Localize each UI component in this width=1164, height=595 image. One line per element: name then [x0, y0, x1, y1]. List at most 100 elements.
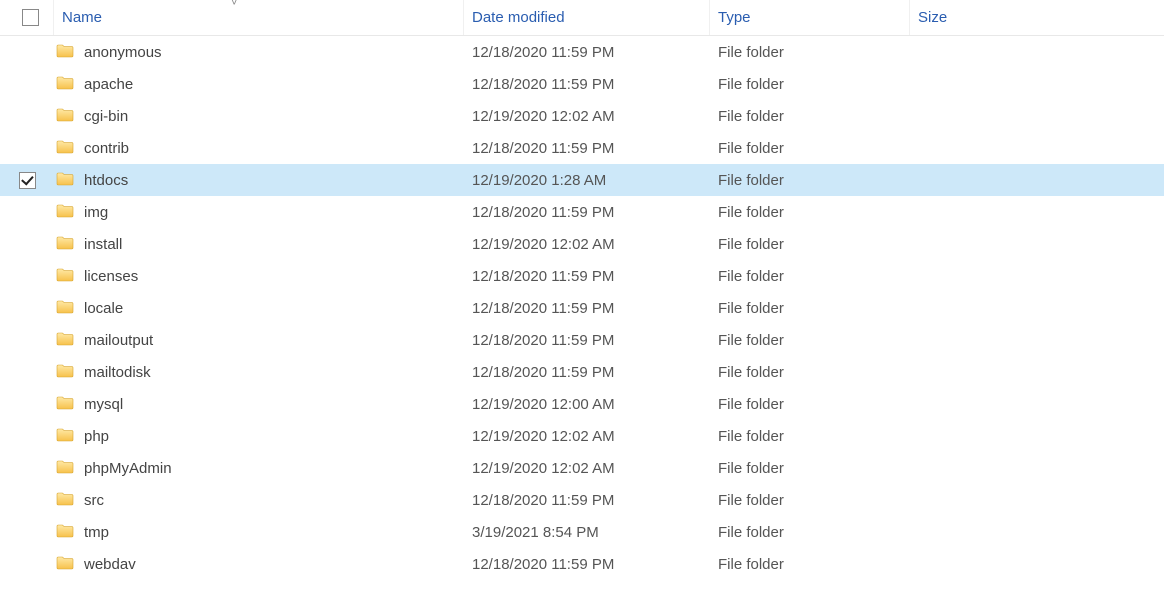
row-name-cell[interactable]: mailtodisk: [54, 356, 464, 388]
row-name-inner: src: [54, 491, 104, 510]
row-date-cell: 12/18/2020 11:59 PM: [464, 68, 710, 100]
row-checkbox-cell[interactable]: [0, 484, 54, 516]
row-size-cell: [910, 516, 1040, 548]
file-row[interactable]: locale12/18/2020 11:59 PMFile folder: [0, 292, 1164, 324]
row-name-cell[interactable]: contrib: [54, 132, 464, 164]
file-row[interactable]: tmp3/19/2021 8:54 PMFile folder: [0, 516, 1164, 548]
row-name-label: mysql: [84, 396, 123, 413]
row-checkbox-cell[interactable]: [0, 452, 54, 484]
row-name-label: htdocs: [84, 172, 128, 189]
file-row[interactable]: mailoutput12/18/2020 11:59 PMFile folder: [0, 324, 1164, 356]
row-name-cell[interactable]: src: [54, 484, 464, 516]
row-name-cell[interactable]: webdav: [54, 548, 464, 580]
row-name-cell[interactable]: htdocs: [54, 164, 464, 196]
row-checkbox-cell[interactable]: [0, 516, 54, 548]
row-checkbox-cell[interactable]: [0, 228, 54, 260]
file-row[interactable]: install12/19/2020 12:02 AMFile folder: [0, 228, 1164, 260]
column-header-size-label: Size: [918, 9, 947, 26]
column-header-size[interactable]: Size: [910, 0, 1040, 35]
column-header-type[interactable]: Type: [710, 0, 910, 35]
row-name-cell[interactable]: apache: [54, 68, 464, 100]
row-checkbox-cell[interactable]: [0, 292, 54, 324]
row-name-cell[interactable]: phpMyAdmin: [54, 452, 464, 484]
file-row[interactable]: mailtodisk12/18/2020 11:59 PMFile folder: [0, 356, 1164, 388]
row-date-cell: 12/18/2020 11:59 PM: [464, 260, 710, 292]
row-name-inner: webdav: [54, 555, 136, 574]
file-row[interactable]: src12/18/2020 11:59 PMFile folder: [0, 484, 1164, 516]
file-row[interactable]: phpMyAdmin12/19/2020 12:02 AMFile folder: [0, 452, 1164, 484]
row-size-cell: [910, 164, 1040, 196]
file-row[interactable]: img12/18/2020 11:59 PMFile folder: [0, 196, 1164, 228]
row-checkbox-cell[interactable]: [0, 324, 54, 356]
column-header-name[interactable]: Name: [54, 0, 464, 35]
row-type-cell: File folder: [710, 36, 910, 68]
row-date-cell: 3/19/2021 8:54 PM: [464, 516, 710, 548]
row-checkbox[interactable]: [19, 172, 36, 189]
file-row[interactable]: licenses12/18/2020 11:59 PMFile folder: [0, 260, 1164, 292]
row-name-inner: img: [54, 203, 108, 222]
row-checkbox-cell[interactable]: [0, 260, 54, 292]
row-size-cell: [910, 484, 1040, 516]
row-name-cell[interactable]: locale: [54, 292, 464, 324]
row-type-cell: File folder: [710, 388, 910, 420]
file-row[interactable]: contrib12/18/2020 11:59 PMFile folder: [0, 132, 1164, 164]
row-name-label: apache: [84, 76, 133, 93]
row-checkbox-cell[interactable]: [0, 196, 54, 228]
row-name-inner: phpMyAdmin: [54, 459, 172, 478]
column-header-checkbox[interactable]: [0, 0, 54, 35]
row-checkbox-cell[interactable]: [0, 100, 54, 132]
row-checkbox-cell[interactable]: [0, 548, 54, 580]
row-name-cell[interactable]: tmp: [54, 516, 464, 548]
folder-icon: [56, 363, 84, 382]
row-type-cell: File folder: [710, 484, 910, 516]
row-name-label: img: [84, 204, 108, 221]
row-date-cell: 12/18/2020 11:59 PM: [464, 36, 710, 68]
row-checkbox-cell[interactable]: [0, 36, 54, 68]
row-checkbox-cell[interactable]: [0, 420, 54, 452]
row-size-cell: [910, 324, 1040, 356]
folder-icon: [56, 43, 84, 62]
file-row[interactable]: cgi-bin12/19/2020 12:02 AMFile folder: [0, 100, 1164, 132]
file-row[interactable]: php12/19/2020 12:02 AMFile folder: [0, 420, 1164, 452]
file-row[interactable]: mysql12/19/2020 12:00 AMFile folder: [0, 388, 1164, 420]
row-type-cell: File folder: [710, 196, 910, 228]
file-explorer-list: ˅ Name Date modified Type Size anonymous…: [0, 0, 1164, 580]
column-header-date[interactable]: Date modified: [464, 0, 710, 35]
column-header-name-label: Name: [62, 9, 102, 26]
row-name-label: mailtodisk: [84, 364, 151, 381]
row-checkbox-cell[interactable]: [0, 68, 54, 100]
row-name-cell[interactable]: mysql: [54, 388, 464, 420]
row-name-inner: mailtodisk: [54, 363, 151, 382]
row-size-cell: [910, 228, 1040, 260]
file-row[interactable]: apache12/18/2020 11:59 PMFile folder: [0, 68, 1164, 100]
row-name-inner: install: [54, 235, 122, 254]
row-checkbox-cell[interactable]: [0, 388, 54, 420]
row-size-cell: [910, 260, 1040, 292]
row-name-label: mailoutput: [84, 332, 153, 349]
row-name-cell[interactable]: install: [54, 228, 464, 260]
folder-icon: [56, 267, 84, 286]
row-date-cell: 12/18/2020 11:59 PM: [464, 292, 710, 324]
row-name-cell[interactable]: img: [54, 196, 464, 228]
row-type-cell: File folder: [710, 516, 910, 548]
row-name-cell[interactable]: anonymous: [54, 36, 464, 68]
select-all-checkbox[interactable]: [22, 9, 39, 26]
row-name-inner: mysql: [54, 395, 123, 414]
row-name-inner: mailoutput: [54, 331, 153, 350]
row-name-cell[interactable]: mailoutput: [54, 324, 464, 356]
row-checkbox-cell[interactable]: [0, 164, 54, 196]
row-name-cell[interactable]: php: [54, 420, 464, 452]
row-type-cell: File folder: [710, 100, 910, 132]
folder-icon: [56, 203, 84, 222]
row-name-cell[interactable]: cgi-bin: [54, 100, 464, 132]
file-row[interactable]: webdav12/18/2020 11:59 PMFile folder: [0, 548, 1164, 580]
file-row[interactable]: anonymous12/18/2020 11:59 PMFile folder: [0, 36, 1164, 68]
row-name-inner: htdocs: [54, 171, 128, 190]
row-checkbox-cell[interactable]: [0, 132, 54, 164]
file-row[interactable]: htdocs12/19/2020 1:28 AMFile folder: [0, 164, 1164, 196]
row-name-cell[interactable]: licenses: [54, 260, 464, 292]
row-size-cell: [910, 420, 1040, 452]
row-name-label: phpMyAdmin: [84, 460, 172, 477]
column-header-date-label: Date modified: [472, 9, 565, 26]
row-checkbox-cell[interactable]: [0, 356, 54, 388]
